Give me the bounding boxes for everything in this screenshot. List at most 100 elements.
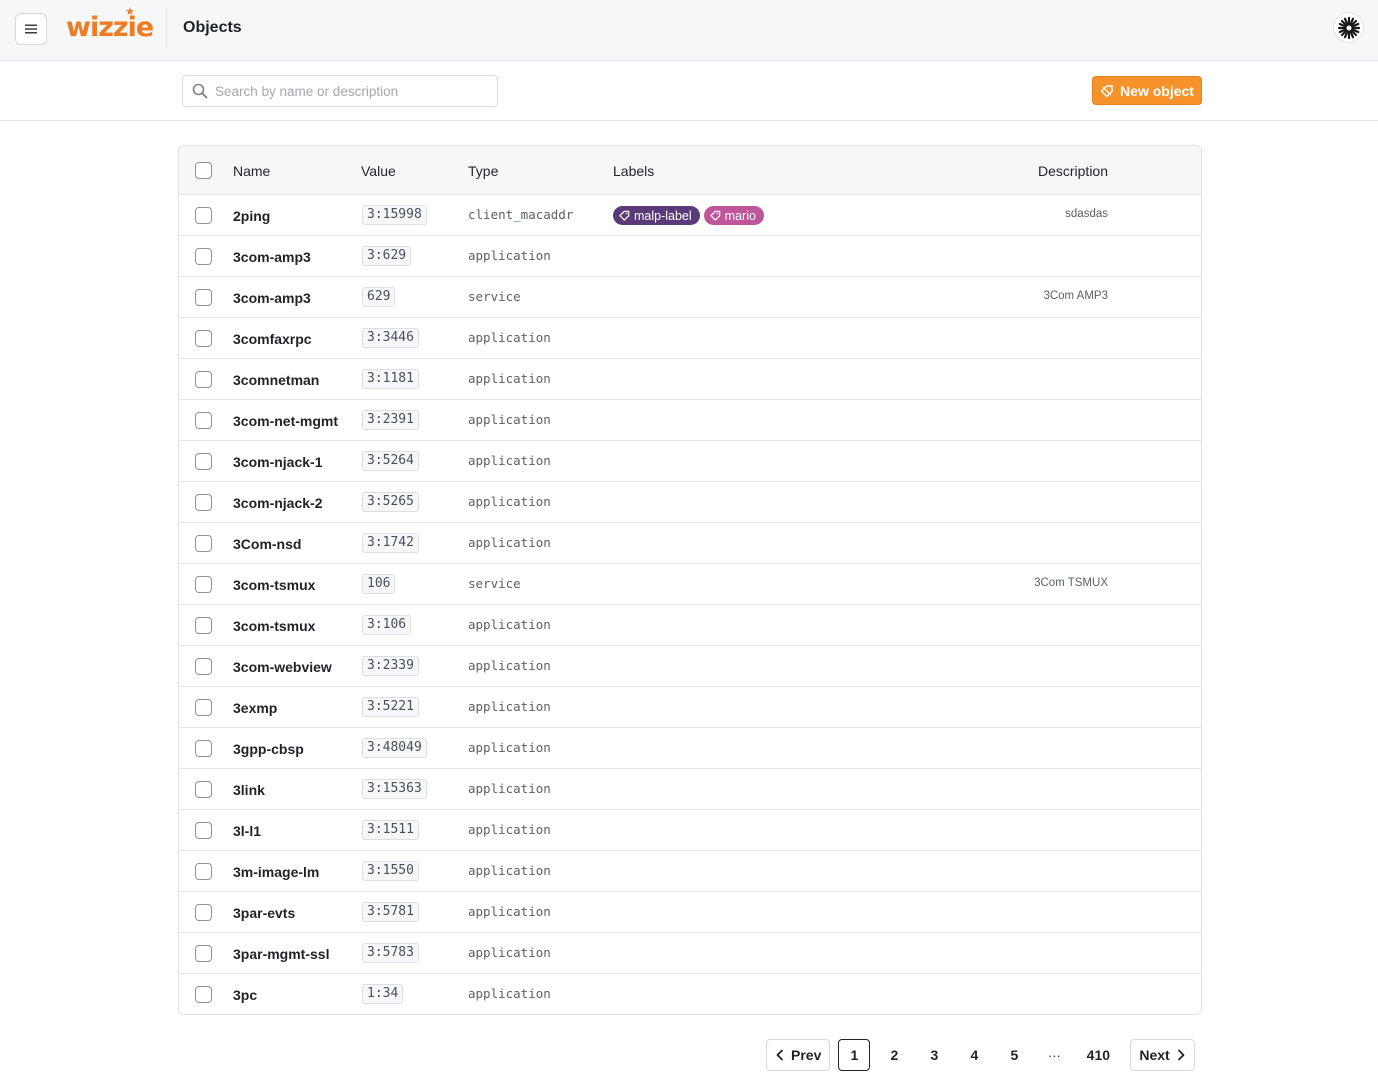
object-name[interactable]: 3com-tsmux — [233, 577, 315, 593]
table-row[interactable]: 3l-l1 3:1511 application — [179, 810, 1201, 851]
object-name[interactable]: 3comfaxrpc — [233, 331, 312, 347]
new-object-button[interactable]: New object — [1092, 76, 1202, 105]
tag-icon — [709, 210, 720, 221]
row-checkbox[interactable] — [195, 822, 212, 839]
row-checkbox[interactable] — [195, 740, 212, 757]
object-name[interactable]: 3par-mgmt-ssl — [233, 946, 329, 962]
avatar[interactable] — [1333, 12, 1364, 43]
page-button-1[interactable]: 1 — [838, 1039, 871, 1071]
row-checkbox[interactable] — [195, 248, 212, 265]
page-button-last[interactable]: 410 — [1078, 1039, 1118, 1071]
search-input[interactable] — [215, 76, 491, 106]
object-value: 3:5783 — [362, 943, 419, 963]
table-row[interactable]: 3pc 1:34 application — [179, 974, 1201, 1014]
wizzie-logo[interactable]: wizzie ★ — [66, 6, 154, 46]
row-checkbox[interactable] — [195, 576, 212, 593]
label-text: mario — [724, 208, 756, 223]
object-name[interactable]: 3com-njack-1 — [233, 454, 322, 470]
table-row[interactable]: 3gpp-cbsp 3:48049 application — [179, 728, 1201, 769]
table-row[interactable]: 3com-tsmux 3:106 application — [179, 605, 1201, 646]
object-name[interactable]: 2ping — [233, 208, 270, 224]
table-row[interactable]: 3exmp 3:5221 application — [179, 687, 1201, 728]
object-name[interactable]: 3com-tsmux — [233, 618, 315, 634]
object-name[interactable]: 3par-evts — [233, 905, 295, 921]
table-row[interactable]: 3m-image-lm 3:1550 application — [179, 851, 1201, 892]
row-checkbox[interactable] — [195, 207, 212, 224]
object-name[interactable]: 3com-amp3 — [233, 249, 311, 265]
search-box[interactable] — [182, 75, 498, 107]
object-name[interactable]: 3l-l1 — [233, 823, 261, 839]
label-chip[interactable]: malp-label — [613, 206, 700, 225]
object-name[interactable]: 3com-amp3 — [233, 290, 311, 306]
column-header-type[interactable]: Type — [468, 163, 498, 179]
object-value: 3:1742 — [362, 533, 419, 553]
object-value: 3:1511 — [362, 820, 419, 840]
next-label: Next — [1139, 1047, 1170, 1063]
row-checkbox[interactable] — [195, 863, 212, 880]
column-header-name[interactable]: Name — [233, 163, 270, 179]
column-header-value[interactable]: Value — [361, 163, 396, 179]
prev-page-button[interactable]: Prev — [766, 1039, 831, 1071]
row-checkbox[interactable] — [195, 330, 212, 347]
object-name[interactable]: 3Com-nsd — [233, 536, 301, 552]
row-checkbox[interactable] — [195, 412, 212, 429]
row-checkbox[interactable] — [195, 945, 212, 962]
object-description: sdasdas — [1065, 208, 1108, 220]
row-checkbox[interactable] — [195, 699, 212, 716]
object-type: service — [468, 289, 521, 304]
object-value: 106 — [362, 574, 396, 594]
object-value: 3:15363 — [362, 779, 427, 799]
next-page-button[interactable]: Next — [1130, 1039, 1195, 1071]
table-row[interactable]: 3comfaxrpc 3:3446 application — [179, 318, 1201, 359]
row-checkbox[interactable] — [195, 617, 212, 634]
object-name[interactable]: 3com-njack-2 — [233, 495, 322, 511]
row-checkbox[interactable] — [195, 904, 212, 921]
row-checkbox[interactable] — [195, 494, 212, 511]
object-type: service — [468, 576, 521, 591]
top-bar: wizzie ★ Objects — [0, 0, 1378, 61]
object-name[interactable]: 3com-webview — [233, 659, 332, 675]
table-row[interactable]: 3com-amp3 3:629 application — [179, 236, 1201, 277]
table-row[interactable]: 3link 3:15363 application — [179, 769, 1201, 810]
page-button-4[interactable]: 4 — [958, 1039, 990, 1071]
object-type: application — [468, 494, 551, 509]
row-checkbox[interactable] — [195, 986, 212, 1003]
table-row[interactable]: 3com-njack-1 3:5264 application — [179, 441, 1201, 482]
table-row[interactable]: 3com-webview 3:2339 application — [179, 646, 1201, 687]
table-row[interactable]: 3com-net-mgmt 3:2391 application — [179, 400, 1201, 441]
object-name[interactable]: 3exmp — [233, 700, 277, 716]
chevron-right-icon — [1177, 1049, 1185, 1061]
column-header-labels[interactable]: Labels — [613, 163, 654, 179]
page-button-5[interactable]: 5 — [998, 1039, 1030, 1071]
table-row[interactable]: 3com-tsmux 106 service 3Com TSMUX — [179, 564, 1201, 605]
object-name[interactable]: 3m-image-lm — [233, 864, 319, 880]
table-row[interactable]: 3comnetman 3:1181 application — [179, 359, 1201, 400]
object-value: 3:5264 — [362, 451, 419, 471]
object-name[interactable]: 3pc — [233, 987, 257, 1003]
label-text: malp-label — [634, 208, 692, 223]
column-header-description[interactable]: Description — [1038, 163, 1108, 179]
table-row[interactable]: 3com-njack-2 3:5265 application — [179, 482, 1201, 523]
object-name[interactable]: 3com-net-mgmt — [233, 413, 338, 429]
table-row[interactable]: 3par-evts 3:5781 application — [179, 892, 1201, 933]
row-checkbox[interactable] — [195, 289, 212, 306]
table-row[interactable]: 3com-amp3 629 service 3Com AMP3 — [179, 277, 1201, 318]
page-button-3[interactable]: 3 — [918, 1039, 950, 1071]
row-checkbox[interactable] — [195, 535, 212, 552]
label-chip[interactable]: mario — [703, 206, 764, 225]
page-button-2[interactable]: 2 — [878, 1039, 910, 1071]
table-row[interactable]: 3par-mgmt-ssl 3:5783 application — [179, 933, 1201, 974]
object-value: 3:2339 — [362, 656, 419, 676]
row-checkbox[interactable] — [195, 658, 212, 675]
row-checkbox[interactable] — [195, 371, 212, 388]
object-name[interactable]: 3gpp-cbsp — [233, 741, 304, 757]
row-checkbox[interactable] — [195, 453, 212, 470]
table-row[interactable]: 3Com-nsd 3:1742 application — [179, 523, 1201, 564]
select-all-checkbox[interactable] — [195, 162, 212, 179]
object-name[interactable]: 3comnetman — [233, 372, 319, 388]
prev-label: Prev — [791, 1047, 822, 1063]
table-row[interactable]: 2ping 3:15998 client_macaddr malp-label mari… — [179, 195, 1201, 236]
row-checkbox[interactable] — [195, 781, 212, 798]
menu-button[interactable] — [15, 13, 47, 45]
object-name[interactable]: 3link — [233, 782, 265, 798]
